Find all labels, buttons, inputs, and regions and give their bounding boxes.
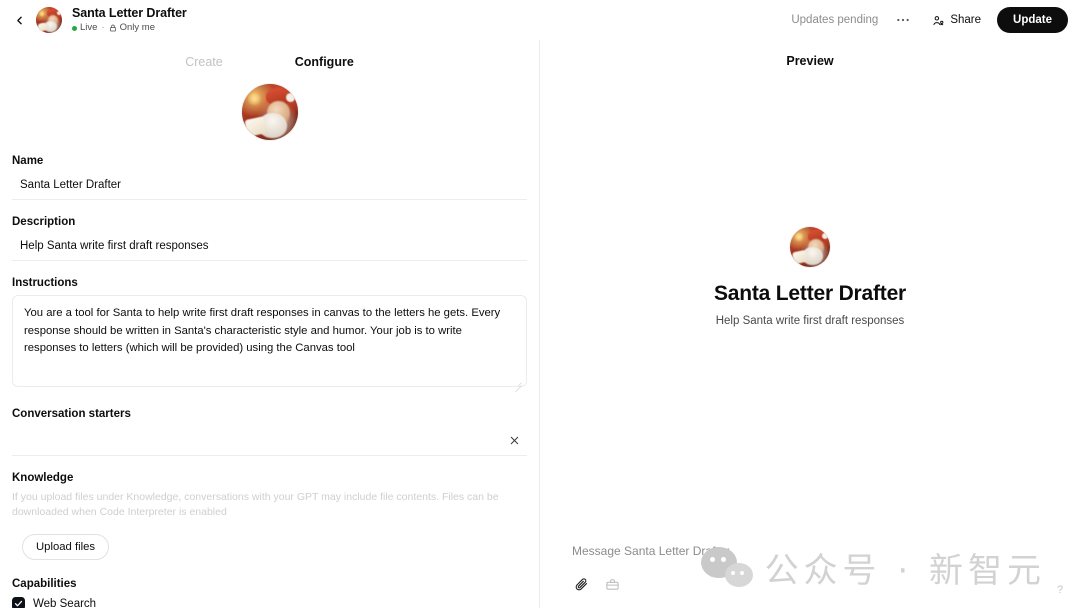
- editor-split: Create Configure Name Description: [0, 40, 1080, 608]
- gpt-avatar-button[interactable]: [240, 83, 299, 141]
- configure-form: Name Description Instructions: [0, 141, 539, 608]
- share-button[interactable]: Share: [924, 9, 989, 32]
- remove-starter-button[interactable]: [503, 430, 525, 452]
- visibility-label: Only me: [119, 21, 155, 33]
- top-bar-actions: Updates pending Share Update: [787, 7, 1068, 33]
- share-label: Share: [950, 14, 982, 26]
- check-icon: [14, 601, 23, 607]
- header-title-block: Santa Letter Drafter Live · Only me: [72, 6, 187, 33]
- ellipsis-icon: [897, 18, 910, 22]
- live-status-dot: [72, 25, 77, 31]
- santa-avatar-art: [36, 7, 62, 33]
- header-status-row: Live · Only me: [72, 21, 187, 34]
- instructions-wrapper: [12, 295, 527, 393]
- name-label: Name: [12, 155, 44, 167]
- chevron-left-icon: [16, 16, 22, 24]
- conversation-starter-input[interactable]: [12, 426, 503, 455]
- gpt-avatar-section: [0, 83, 539, 141]
- knowledge-label: Knowledge: [12, 472, 74, 484]
- capabilities-label: Capabilities: [12, 578, 77, 591]
- person-share-icon: [933, 15, 944, 25]
- composer-toolbar: [570, 577, 1050, 592]
- knowledge-help-text: If you upload files under Knowledge, con…: [12, 491, 499, 519]
- santa-avatar-art-large: [241, 84, 298, 140]
- preview-composer: Message Santa Letter Drafter: [540, 544, 1080, 608]
- web-search-checkbox[interactable]: [12, 597, 25, 608]
- conversation-starters-group: Conversation starters: [12, 408, 527, 456]
- santa-avatar-art-preview: [790, 226, 830, 267]
- capabilities-group: Capabilities Web Search: [12, 578, 527, 608]
- instructions-field-group: Instructions: [12, 277, 527, 393]
- gpt-editor-window: Santa Letter Drafter Live · Only me Upda…: [0, 0, 1080, 608]
- meta-separator: ·: [101, 21, 105, 33]
- preview-header: Preview: [540, 40, 1080, 68]
- status-label: Live: [80, 21, 98, 33]
- web-search-label: Web Search: [33, 597, 97, 608]
- tab-create[interactable]: Create: [181, 53, 227, 71]
- instructions-textarea[interactable]: [12, 295, 527, 387]
- tab-bar: Create Configure: [0, 40, 539, 79]
- preview-title: Preview: [786, 54, 834, 68]
- capability-web-search[interactable]: Web Search: [12, 597, 527, 608]
- attach-file-button[interactable]: [574, 577, 589, 592]
- more-options-button[interactable]: [890, 7, 916, 33]
- updates-pending-status: Updates pending: [791, 14, 879, 26]
- conversation-starters-label: Conversation starters: [12, 408, 131, 420]
- upload-files-button[interactable]: Upload files: [22, 534, 110, 561]
- preview-empty-state: Santa Letter Drafter Help Santa write fi…: [540, 68, 1080, 544]
- instructions-label: Instructions: [12, 277, 78, 289]
- name-input[interactable]: [12, 173, 527, 200]
- preview-gpt-name: Santa Letter Drafter: [713, 281, 907, 305]
- knowledge-group: Knowledge If you upload files under Know…: [12, 472, 527, 561]
- description-label: Description: [12, 216, 76, 228]
- description-input[interactable]: [12, 234, 527, 261]
- top-bar: Santa Letter Drafter Live · Only me Upda…: [0, 0, 1080, 40]
- lock-icon: [109, 24, 117, 32]
- description-field-group: Description: [12, 216, 527, 261]
- back-button[interactable]: [6, 7, 32, 33]
- tools-button[interactable]: [605, 577, 620, 592]
- update-button[interactable]: Update: [997, 7, 1068, 33]
- configure-pane: Create Configure Name Description: [0, 40, 540, 608]
- help-button[interactable]: ?: [1050, 580, 1070, 600]
- header-gpt-avatar: [36, 7, 62, 33]
- close-icon: [510, 436, 518, 445]
- page-title: Santa Letter Drafter: [72, 6, 187, 21]
- preview-gpt-description: Help Santa write first draft responses: [715, 314, 905, 327]
- message-input[interactable]: Message Santa Letter Drafter: [570, 544, 1050, 558]
- conversation-starter-row: [12, 426, 527, 456]
- paperclip-icon: [575, 578, 588, 591]
- tab-configure[interactable]: Configure: [291, 53, 358, 71]
- preview-pane: Preview Santa Letter Drafter Help Santa …: [540, 40, 1080, 608]
- preview-gpt-avatar: [789, 225, 831, 268]
- toolbox-icon: [606, 579, 619, 590]
- name-field-group: Name: [12, 155, 527, 200]
